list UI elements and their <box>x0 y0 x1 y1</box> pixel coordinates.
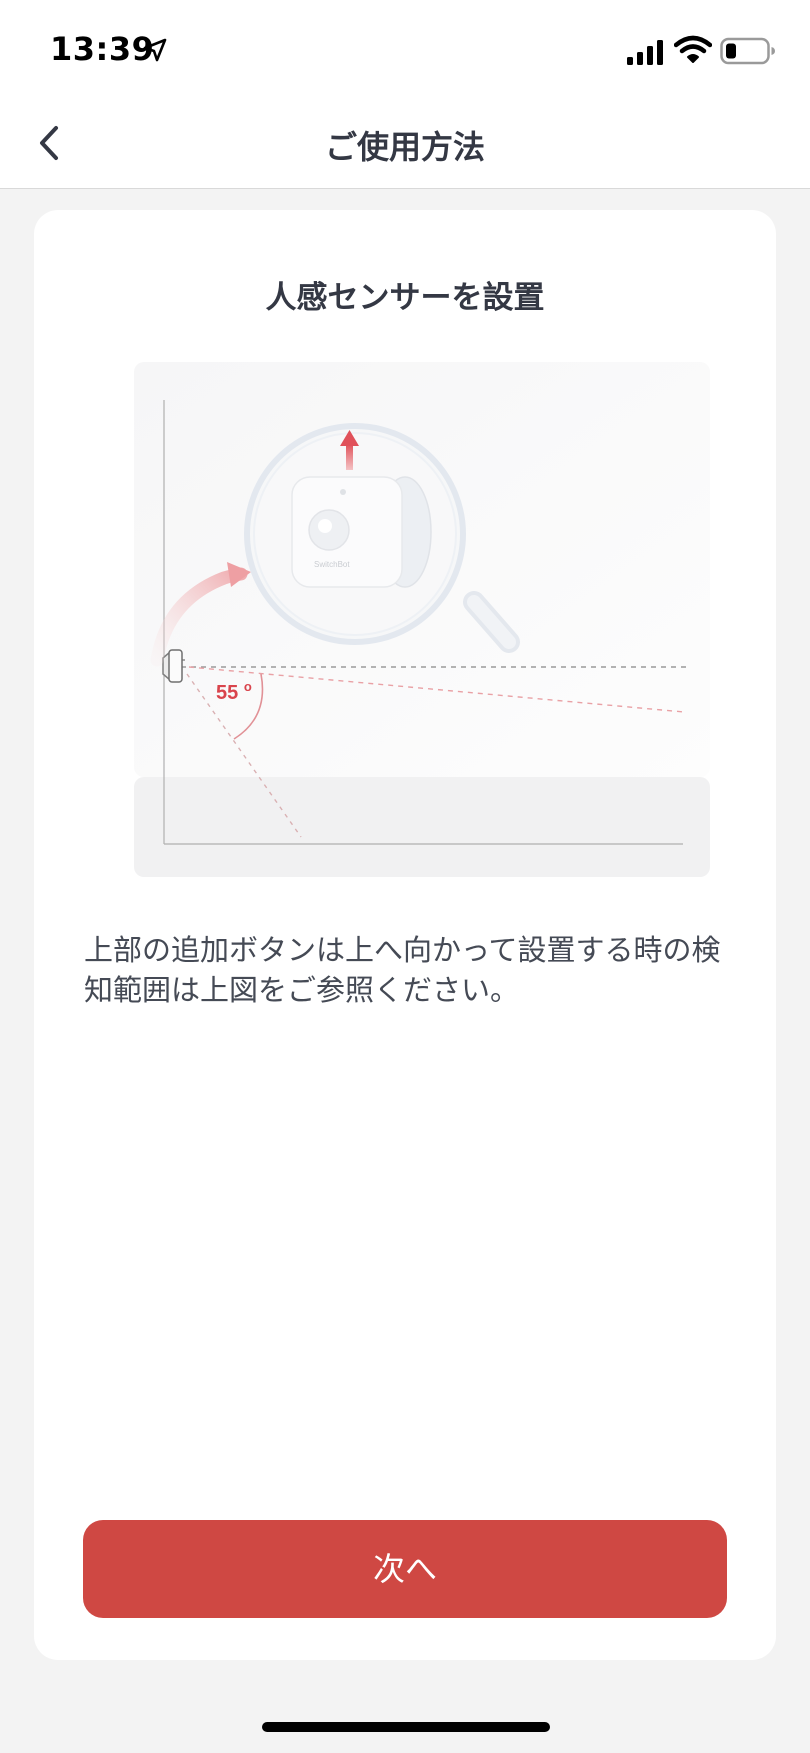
floor-panel <box>134 777 710 877</box>
svg-text:SwitchBot: SwitchBot <box>314 560 350 569</box>
sensor-installation-illustration: 55 o SwitchBot <box>134 362 710 877</box>
signal-icon <box>627 40 663 65</box>
location-arrow-icon <box>143 38 167 62</box>
instruction-card: 人感センサーを設置 55 o SwitchBot 上部の追加ボタンは上へ向かって… <box>34 210 776 1660</box>
status-time: 13:39 <box>50 30 155 68</box>
battery-icon <box>720 37 775 65</box>
next-button[interactable]: 次へ <box>83 1520 727 1618</box>
home-indicator[interactable] <box>262 1722 550 1732</box>
card-title: 人感センサーを設置 <box>265 280 545 316</box>
page-title: ご使用方法 <box>324 128 485 166</box>
status-bar: 13:39 <box>0 0 810 100</box>
wall-sensor-icon <box>162 649 185 683</box>
description-text: 上部の追加ボタンは上へ向かって設置する時の検知範囲は上図をご参照ください。 <box>84 933 721 1007</box>
screen: 13:39 ご使用方法 人感センサーを設置 55 o SwitchBot 上部の… <box>0 0 810 1753</box>
motion-sensor-device: SwitchBot <box>291 476 432 588</box>
navigation-bar: ご使用方法 <box>0 100 810 189</box>
wifi-icon <box>674 35 712 63</box>
